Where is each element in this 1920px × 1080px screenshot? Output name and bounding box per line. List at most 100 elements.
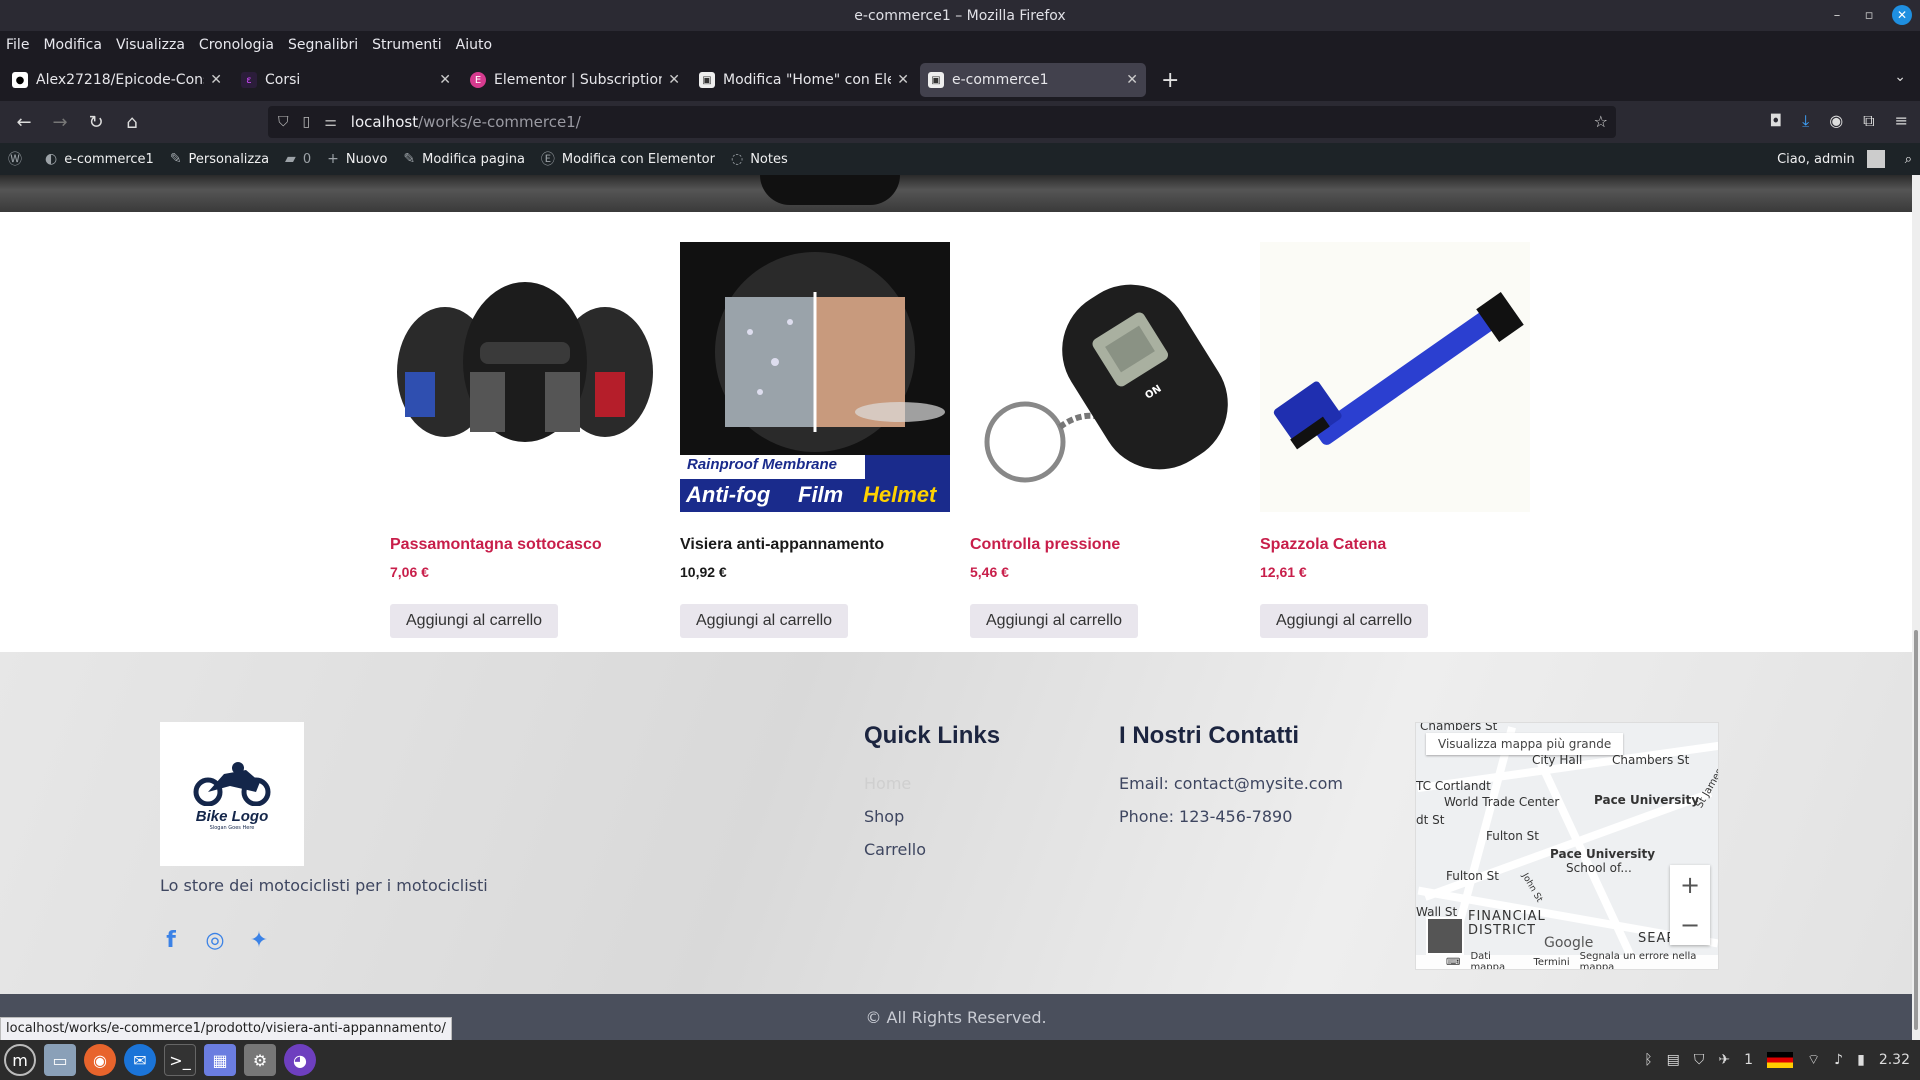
antifog-helmet-image[interactable]: Rainproof Membrane Anti-fog Film Helmet — [680, 242, 950, 512]
tab-modifica-home[interactable]: ▣ Modifica "Home" con Eleme ✕ — [691, 63, 917, 97]
close-icon[interactable]: ✕ — [1892, 5, 1912, 25]
view-larger-map-link[interactable]: Visualizza mappa più grande — [1426, 733, 1624, 755]
tab-close-icon[interactable]: ✕ — [668, 72, 680, 88]
tab-corsi[interactable]: ε Corsi ✕ — [233, 63, 459, 97]
product-name[interactable]: Passamontagna sottocasco — [390, 536, 660, 554]
reload-icon[interactable]: ↻ — [78, 112, 114, 133]
site-logo[interactable]: Bike Logo Slogan Goes Here — [160, 722, 304, 866]
instagram-icon[interactable]: ◎ — [204, 928, 226, 953]
product-name[interactable]: Controlla pressione — [970, 536, 1240, 554]
quick-link-carrello[interactable]: Carrello — [864, 840, 926, 859]
pocket-icon[interactable]: ◘ — [1769, 111, 1782, 131]
product-name[interactable]: Visiera anti-appannamento — [680, 536, 950, 554]
contact-phone[interactable]: Phone: 123-456-7890 — [1119, 807, 1343, 826]
map-report-link[interactable]: Segnala un errore nella mappa — [1580, 951, 1718, 969]
wp-greeting[interactable]: Ciao, admin — [1777, 152, 1855, 167]
menu-cronologia[interactable]: Cronologia — [199, 37, 274, 53]
new-tab-icon[interactable]: + — [1161, 68, 1179, 93]
scrollbar-thumb[interactable] — [1914, 630, 1918, 1030]
wp-edit-elementor-link[interactable]: Ⓔ Modifica con Elementor — [541, 149, 715, 169]
wp-customize-link[interactable]: ✎ Personalizza — [170, 151, 269, 167]
tab-elementor[interactable]: E Elementor | Subscriptions ✕ — [462, 63, 688, 97]
quick-link-home[interactable]: Home — [864, 774, 926, 793]
menu-strumenti[interactable]: Strumenti — [372, 37, 442, 53]
file-manager-icon[interactable]: ▭ — [44, 1044, 76, 1076]
permissions-icon[interactable]: ⚌ — [324, 114, 337, 130]
tab-close-icon[interactable]: ✕ — [439, 72, 451, 88]
menu-aiuto[interactable]: Aiuto — [456, 37, 492, 53]
plus-icon: + — [327, 151, 339, 167]
start-menu-icon[interactable]: m — [4, 1044, 36, 1076]
twitter-icon[interactable]: ✦ — [248, 928, 270, 953]
menu-icon[interactable]: ≡ — [1895, 111, 1908, 131]
wp-comments-link[interactable]: ▰ 0 — [285, 151, 311, 167]
forward-icon[interactable]: → — [42, 112, 78, 133]
extensions-icon[interactable]: ⧉ — [1863, 111, 1874, 131]
wordpress-icon: Ⓦ — [8, 152, 22, 168]
account-icon[interactable]: ◉ — [1829, 111, 1843, 131]
balaclava-image[interactable] — [390, 242, 660, 512]
tab-close-icon[interactable]: ✕ — [1126, 72, 1138, 88]
add-to-cart-button[interactable]: Aggiungi al carrello — [1260, 604, 1429, 638]
map-terms-link[interactable]: Termini — [1533, 957, 1569, 968]
page-info-icon[interactable]: ▯ — [303, 114, 311, 130]
download-icon[interactable]: ⤓ — [1802, 111, 1809, 131]
google-map[interactable]: Chambers St City Hall Chambers St TC Cor… — [1415, 722, 1719, 970]
facebook-icon[interactable]: f — [160, 928, 182, 953]
tab-close-icon[interactable]: ✕ — [897, 72, 909, 88]
firefox-icon[interactable]: ◉ — [84, 1044, 116, 1076]
add-to-cart-button[interactable]: Aggiungi al carrello — [390, 604, 559, 638]
wp-new-link[interactable]: + Nuovo — [327, 151, 387, 167]
menu-modifica[interactable]: Modifica — [43, 37, 102, 53]
add-to-cart-button[interactable]: Aggiungi al carrello — [970, 604, 1139, 638]
keyboard-layout-icon[interactable] — [1767, 1052, 1793, 1068]
chain-brush-image[interactable] — [1260, 242, 1530, 512]
list-all-tabs-icon[interactable]: ⌄ — [1894, 69, 1906, 85]
add-to-cart-button[interactable]: Aggiungi al carrello — [680, 604, 849, 638]
menu-segnalibri[interactable]: Segnalibri — [288, 37, 358, 53]
search-icon[interactable]: ⌕ — [1905, 152, 1912, 167]
wp-logo-button[interactable]: Ⓦ — [8, 149, 29, 169]
shield-icon[interactable]: ⛉ — [278, 114, 289, 130]
menu-file[interactable]: File — [6, 37, 29, 53]
keyboard-icon[interactable]: ⌨ — [1446, 957, 1460, 968]
tab-e-commerce1[interactable]: ▣ e-commerce1 ✕ — [920, 63, 1146, 97]
quick-link-shop[interactable]: Shop — [864, 807, 926, 826]
zoom-out-icon[interactable]: − — [1680, 911, 1700, 939]
thunderbird-icon[interactable]: ✉ — [124, 1044, 156, 1076]
dashboard-icon: ◐ — [45, 151, 58, 167]
map-data-link[interactable]: Dati mappa — [1470, 951, 1523, 969]
maximize-icon[interactable]: ▫ — [1860, 8, 1878, 23]
minimize-icon[interactable]: – — [1828, 8, 1846, 23]
bookmark-star-icon[interactable]: ☆ — [1594, 112, 1608, 131]
volume-icon[interactable]: ♪ — [1834, 1052, 1843, 1068]
menu-visualizza[interactable]: Visualizza — [116, 37, 185, 53]
wp-edit-page-label: Modifica pagina — [422, 151, 525, 167]
back-icon[interactable]: ← — [6, 112, 42, 133]
wp-notes-link[interactable]: ◌ Notes — [731, 151, 788, 167]
terminal-icon[interactable]: >_ — [164, 1044, 196, 1076]
map-satellite-toggle[interactable] — [1426, 917, 1464, 955]
zoom-in-icon[interactable]: + — [1680, 871, 1700, 899]
pressure-gauge-image[interactable]: ON — [970, 242, 1240, 512]
clock[interactable]: 2.32 — [1879, 1052, 1910, 1068]
tab-close-icon[interactable]: ✕ — [210, 72, 222, 88]
url-bar[interactable]: ⛉ ▯ ⚌ localhost/works/e-commerce1/ ☆ — [268, 106, 1616, 138]
product-name[interactable]: Spazzola Catena — [1260, 536, 1530, 554]
wifi-icon[interactable]: ⌔ — [1807, 1051, 1820, 1069]
clipboard-icon[interactable]: ▤ — [1667, 1052, 1680, 1068]
shield-icon[interactable]: ⛉ — [1694, 1052, 1705, 1068]
contact-email[interactable]: Email: contact@mysite.com — [1119, 774, 1343, 793]
wp-edit-page-link[interactable]: ✎ Modifica pagina — [403, 151, 525, 167]
avatar[interactable] — [1866, 150, 1885, 168]
bluetooth-icon[interactable]: ᛒ — [1644, 1052, 1652, 1068]
home-icon[interactable]: ⌂ — [114, 112, 150, 133]
settings-icon[interactable]: ⚙ — [244, 1044, 276, 1076]
tab-github[interactable]: ● Alex27218/Epicode-Conseg ✕ — [4, 63, 230, 97]
battery-icon[interactable]: ▮ — [1857, 1052, 1865, 1068]
page-scrollbar[interactable] — [1912, 175, 1920, 1040]
screenshot-icon[interactable]: ▦ — [204, 1044, 236, 1076]
github-desktop-icon[interactable]: ◕ — [284, 1044, 316, 1076]
notification-icon[interactable]: ✈ — [1718, 1052, 1730, 1068]
wp-site-link[interactable]: ◐ e-commerce1 — [45, 151, 154, 167]
